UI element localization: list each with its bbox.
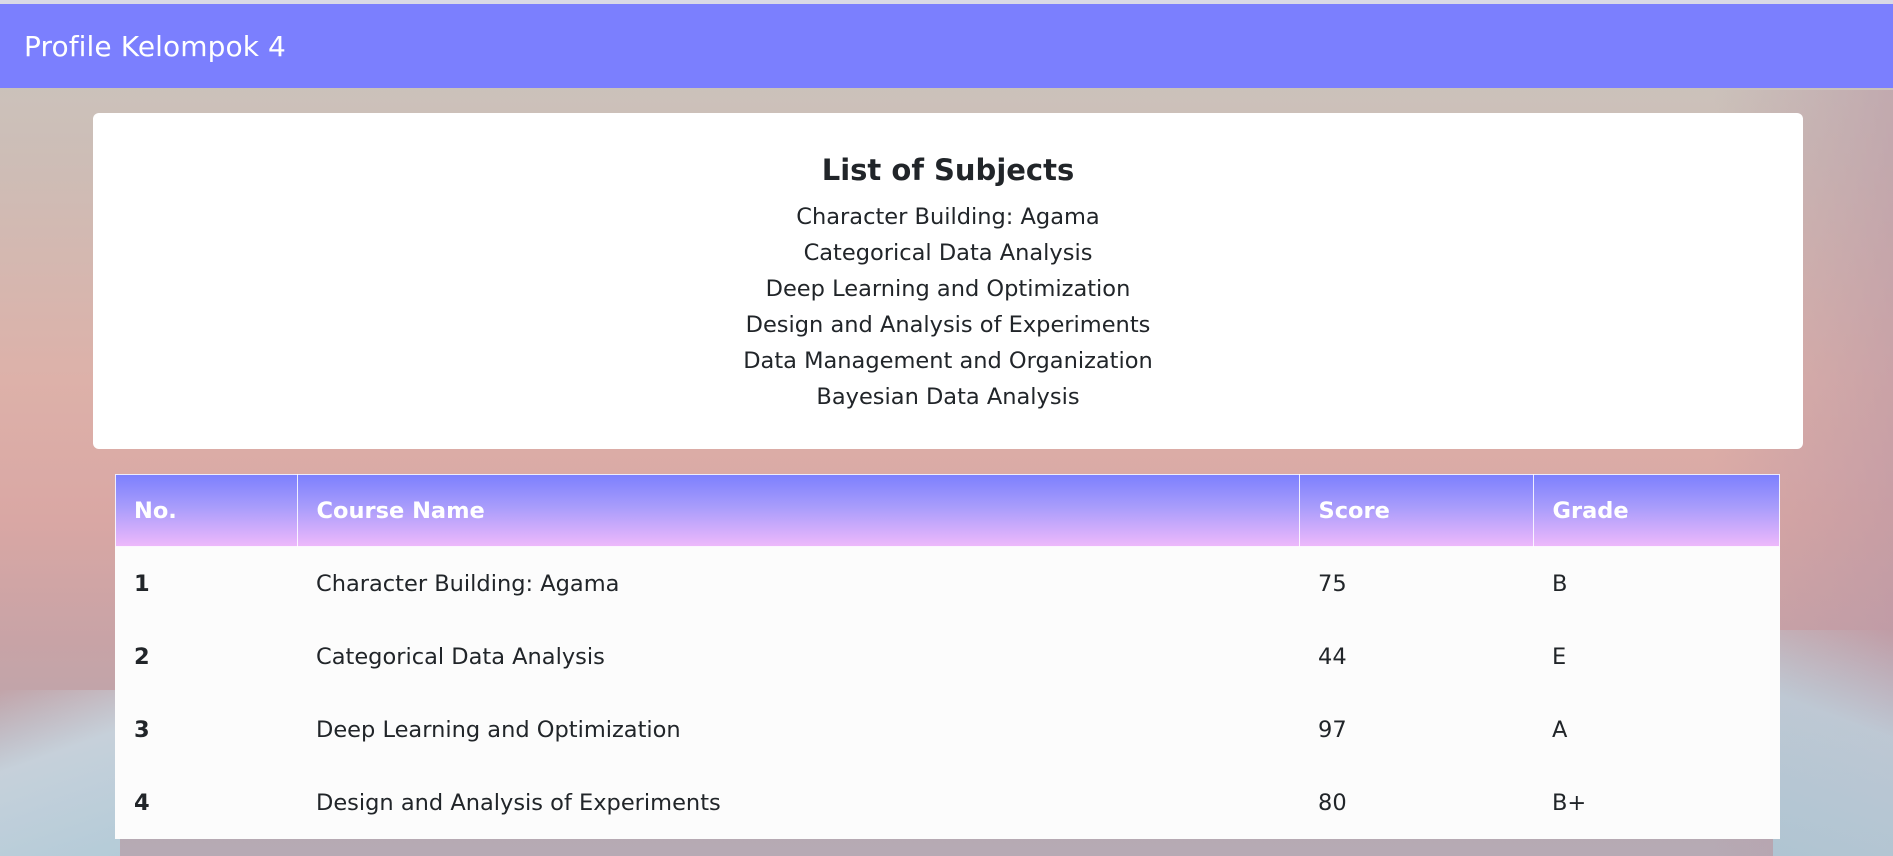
cell-score: 97 <box>1318 716 1347 743</box>
table-row: 1 Character Building: Agama 75 B <box>115 547 1780 620</box>
subjects-title: List of Subjects <box>821 153 1075 187</box>
cell-no: 3 <box>134 716 150 743</box>
grades-table: No. Course Name Score Grade 1 Character … <box>115 474 1780 839</box>
cell-score: 75 <box>1318 570 1347 597</box>
navbar: Profile Kelompok 4 <box>0 4 1893 88</box>
table-body: 1 Character Building: Agama 75 B 2 Categ… <box>115 547 1780 839</box>
column-header-course-name: Course Name <box>296 474 1299 547</box>
table-row: 3 Deep Learning and Optimization 97 A <box>115 693 1780 766</box>
cell-course-name: Deep Learning and Optimization <box>316 716 681 743</box>
cell-score: 44 <box>1318 643 1347 670</box>
cell-grade: B <box>1552 570 1568 597</box>
subject-item: Design and Analysis of Experiments <box>745 312 1151 338</box>
table-row: 2 Categorical Data Analysis 44 E <box>115 620 1780 693</box>
column-header-grade: Grade <box>1532 474 1780 547</box>
grades-table-container[interactable]: No. Course Name Score Grade 1 Character … <box>115 474 1780 856</box>
cell-course-name: Design and Analysis of Experiments <box>316 789 721 816</box>
navbar-brand[interactable]: Profile Kelompok 4 <box>24 30 286 63</box>
table-row: 4 Design and Analysis of Experiments 80 … <box>115 766 1780 839</box>
cell-no: 1 <box>134 570 150 597</box>
subject-item: Data Management and Organization <box>743 348 1153 374</box>
table-header-row: No. Course Name Score Grade <box>115 474 1780 547</box>
subject-list: Character Building: Agama Categorical Da… <box>93 199 1803 415</box>
background-floor-left <box>0 690 120 856</box>
column-header-no: No. <box>134 497 177 524</box>
subject-item: Deep Learning and Optimization <box>765 276 1131 302</box>
cell-grade: A <box>1552 716 1568 743</box>
cell-grade: B+ <box>1552 789 1587 816</box>
cell-course-name: Categorical Data Analysis <box>316 643 605 670</box>
subject-item: Character Building: Agama <box>796 204 1100 230</box>
cell-no: 4 <box>134 789 150 816</box>
background-floor-right <box>1773 630 1893 856</box>
subject-item: Bayesian Data Analysis <box>816 384 1080 410</box>
column-header-score: Score <box>1298 474 1533 547</box>
subjects-card: List of Subjects Character Building: Aga… <box>93 113 1803 449</box>
cell-course-name: Character Building: Agama <box>316 570 620 597</box>
cell-score: 80 <box>1318 789 1347 816</box>
cell-no: 2 <box>134 643 150 670</box>
table-header: No. Course Name Score Grade <box>115 474 1780 547</box>
subject-item: Categorical Data Analysis <box>803 240 1093 266</box>
cell-grade: E <box>1552 643 1567 670</box>
